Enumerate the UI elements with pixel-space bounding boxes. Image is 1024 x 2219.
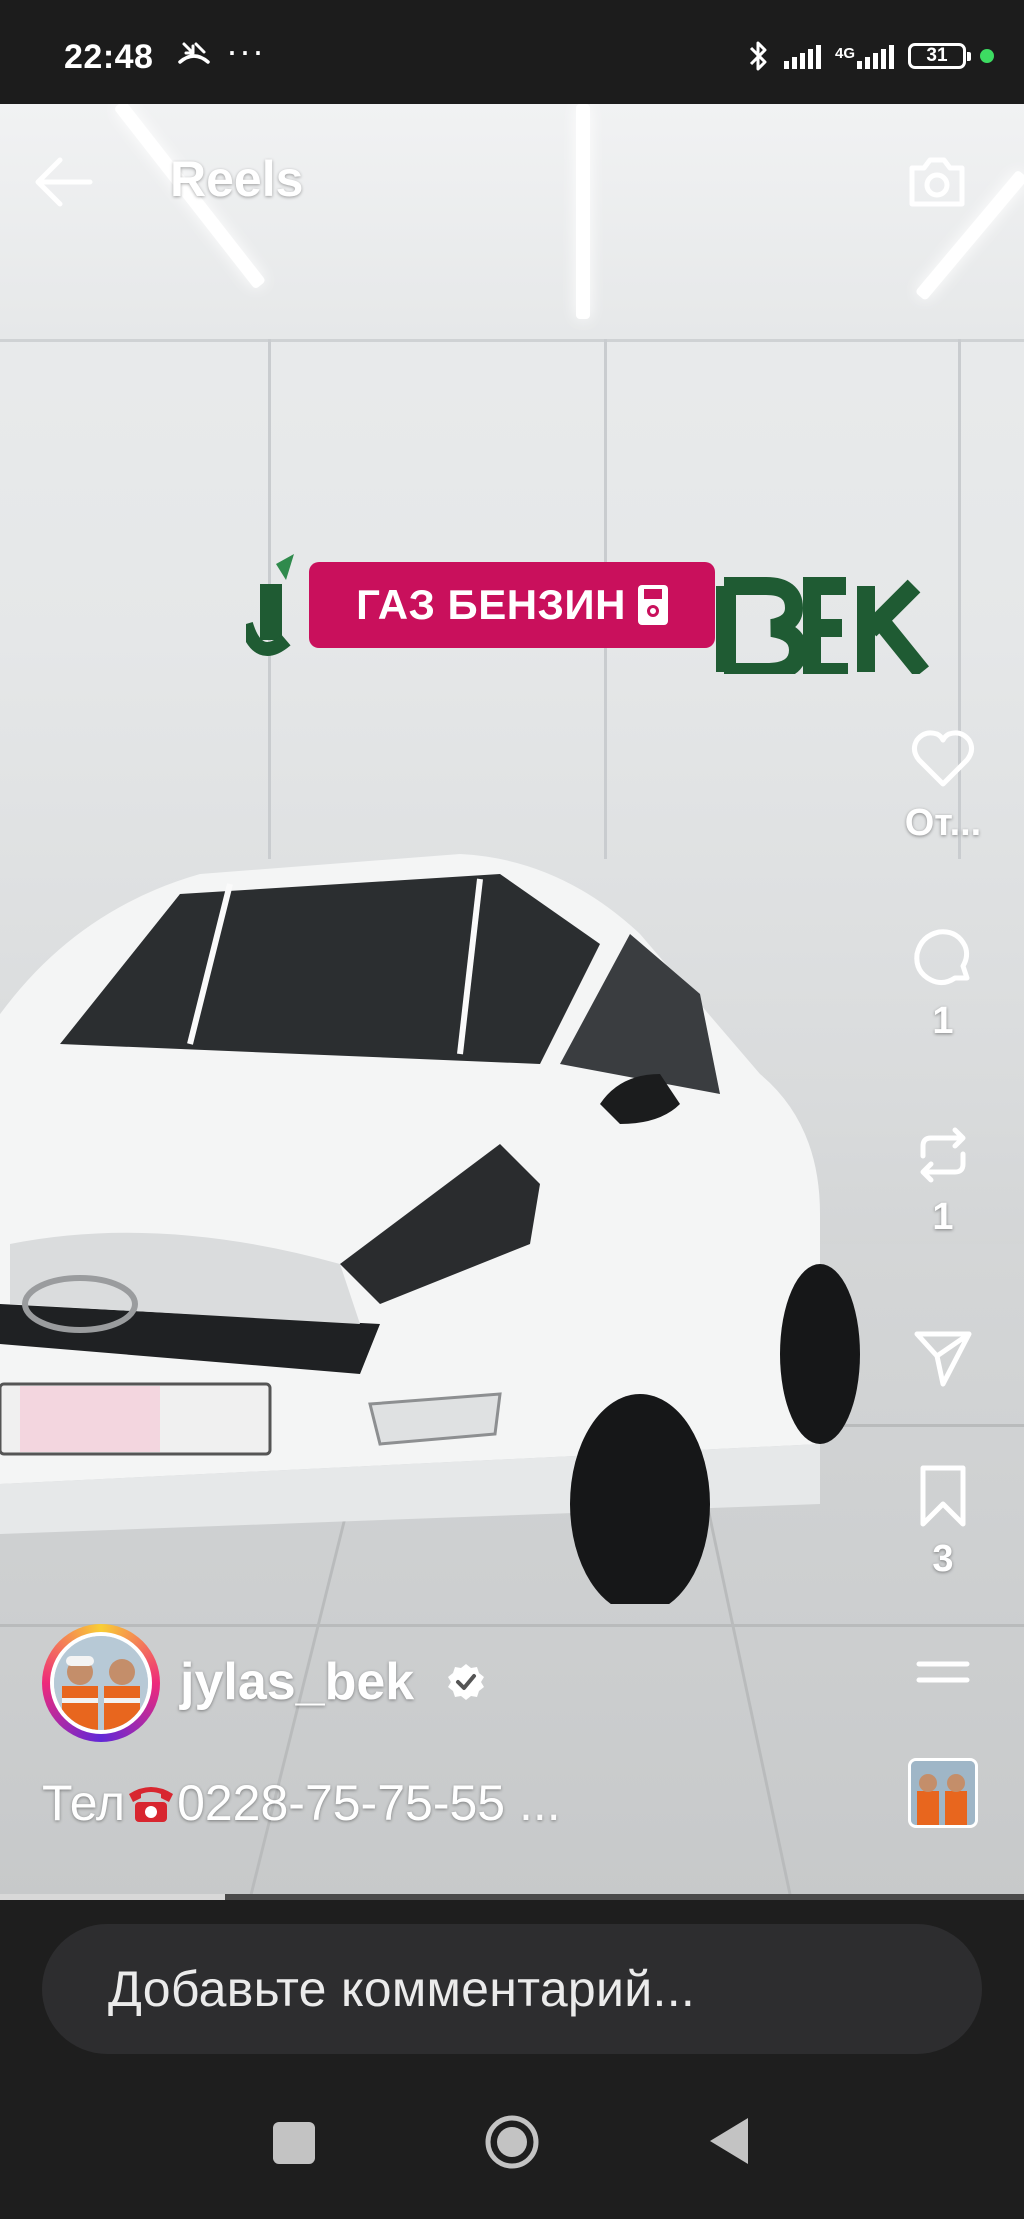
bluetooth-icon — [749, 41, 767, 71]
more-options-button[interactable] — [903, 1640, 983, 1708]
signal-4g: 4G — [835, 43, 894, 69]
repost-icon[interactable] — [909, 1120, 977, 1188]
comment-input[interactable]: Добавьте комментарий... — [42, 1924, 982, 2054]
caption-more[interactable]: ... — [505, 1775, 561, 1831]
audio-thumbnail-image — [911, 1761, 975, 1825]
fuel-pump-icon — [637, 585, 668, 625]
signal-icon — [783, 43, 821, 69]
verified-badge-icon — [448, 1664, 484, 1700]
back-button[interactable] — [706, 2116, 750, 2166]
like-count: От... — [904, 802, 982, 844]
send-icon[interactable] — [909, 1324, 977, 1392]
ceiling-lamp — [576, 104, 590, 319]
like-button[interactable]: От... — [903, 726, 983, 845]
comment-button[interactable]: 1 — [903, 924, 983, 1043]
status-time: 22:48 — [64, 38, 154, 76]
back-arrow-icon[interactable] — [30, 154, 96, 210]
privacy-dot — [980, 49, 994, 63]
camera-icon[interactable] — [904, 148, 970, 214]
page-title: Reels — [170, 151, 304, 207]
status-more-dots: ··· — [226, 30, 265, 71]
avatar[interactable] — [42, 1624, 160, 1742]
battery-icon: 31 — [908, 43, 971, 69]
menu-icon[interactable] — [909, 1640, 977, 1708]
avatar-image — [54, 1636, 148, 1730]
heart-icon[interactable] — [909, 726, 977, 794]
comment-placeholder[interactable]: Добавьте комментарий... — [108, 1960, 695, 2018]
comment-count: 1 — [932, 1000, 954, 1042]
comment-icon[interactable] — [909, 924, 977, 992]
network-type: 4G — [834, 45, 855, 62]
missed-call-icon — [178, 42, 210, 64]
status-bar: 22:48 ··· 4G 31 — [0, 0, 1024, 104]
car-image — [0, 854, 860, 1604]
repost-count: 1 — [932, 1196, 954, 1238]
battery-level: 31 — [926, 45, 948, 66]
status-right: 4G 31 — [748, 36, 994, 76]
signal-icon-2 — [857, 43, 894, 69]
caption-prefix: Тел — [42, 1775, 126, 1831]
sticker-text: ГАЗ БЕНЗИН — [356, 581, 626, 628]
repost-button[interactable]: 1 — [903, 1120, 983, 1239]
save-button[interactable]: 3 — [903, 1462, 983, 1581]
audio-thumbnail[interactable] — [908, 1758, 978, 1828]
video-sticker: ГАЗ БЕНЗИН — [309, 562, 715, 648]
caption-phone: 0228-75-75-55 — [177, 1775, 506, 1831]
home-button[interactable] — [484, 2114, 540, 2170]
username[interactable]: jylas_bek — [180, 1652, 414, 1712]
telephone-icon — [129, 1787, 174, 1822]
save-count: 3 — [932, 1538, 954, 1580]
share-button[interactable] — [903, 1324, 983, 1392]
caption[interactable]: Тел 0228-75-75-55 ... — [42, 1774, 561, 1832]
reel-video[interactable]: ГАЗ БЕНЗИН — [0, 104, 1024, 1900]
avatar-border — [50, 1632, 152, 1734]
bookmark-icon[interactable] — [909, 1462, 977, 1530]
recents-button[interactable] — [273, 2122, 315, 2164]
